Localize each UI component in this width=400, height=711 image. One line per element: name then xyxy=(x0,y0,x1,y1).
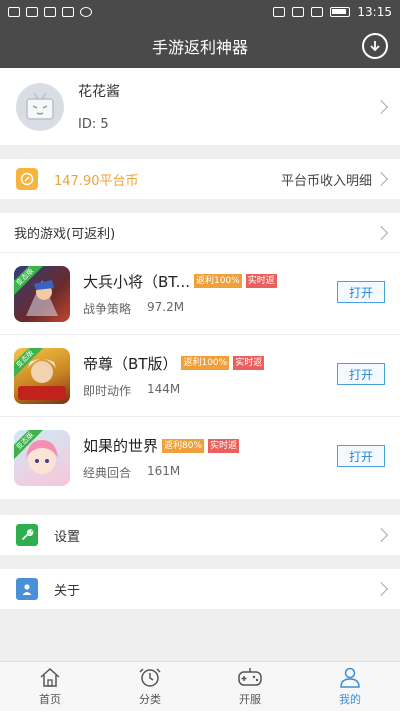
game-title: 如果的世界 xyxy=(83,437,159,455)
open-game-button[interactable]: 打开 xyxy=(337,363,385,385)
game-size: 97.2M xyxy=(147,299,185,314)
realtime-tag: 实时返 xyxy=(245,274,277,288)
nav-home[interactable]: 首页 xyxy=(0,662,100,711)
my-games-header[interactable]: 我的游戏(可返利) xyxy=(0,213,400,253)
game-row[interactable]: 变态版 大兵小将（BT... 返利100% 实时返 战争策略 97.2M 打开 xyxy=(0,253,400,335)
game-size: 161M xyxy=(147,464,181,478)
nav-mine[interactable]: 我的 xyxy=(300,662,400,711)
nav-label: 分类 xyxy=(139,693,161,706)
coin-icon xyxy=(16,168,38,190)
image-icon xyxy=(26,7,38,17)
game-info: 帝尊（BT版） 返利100% 实时返 即时动作 144M xyxy=(83,353,265,399)
app-header: 手游返利神器 xyxy=(0,24,400,68)
open-game-button[interactable]: 打开 xyxy=(337,281,385,303)
game-title: 大兵小将（BT... xyxy=(83,272,190,291)
signal-icon xyxy=(311,7,324,17)
game-size: 144M xyxy=(147,381,181,396)
wrench-icon xyxy=(16,524,38,546)
game-icon: 变态版 xyxy=(14,347,70,404)
rebate-tag: 返利100% xyxy=(181,356,230,370)
gamepad-icon xyxy=(238,668,262,686)
app-icon xyxy=(44,7,56,17)
status-right-icons: 13:15 xyxy=(273,5,392,19)
coin-balance-row[interactable]: 147.90平台币 平台币收入明细 xyxy=(0,159,400,199)
nav-label: 开服 xyxy=(239,693,261,706)
user-icon xyxy=(340,667,360,688)
avatar xyxy=(16,82,64,131)
profile-id: ID: 5 xyxy=(78,117,109,132)
my-games-card: 我的游戏(可返利) 变态版 大兵小将（BT... 返利100% 实时返 战争策略… xyxy=(0,213,400,499)
chevron-right-icon xyxy=(373,225,389,240)
game-genre: 即时动作 xyxy=(83,383,132,398)
settings-label: 设置 xyxy=(54,529,81,545)
game-meta: 即时动作 144M xyxy=(83,382,264,399)
coin-income-detail-link[interactable]: 平台币收入明细 xyxy=(281,170,372,189)
game-icon: 变态版 xyxy=(14,265,70,322)
nav-label: 我的 xyxy=(339,693,361,706)
game-row[interactable]: 变态版 帝尊（BT版） 返利100% 实时返 即时动作 144M 打开 xyxy=(0,335,400,417)
game-info: 大兵小将（BT... 返利100% 实时返 战争策略 97.2M xyxy=(83,271,277,317)
home-icon xyxy=(40,667,60,687)
nav-server[interactable]: 开服 xyxy=(200,662,300,711)
battery-icon xyxy=(330,7,351,17)
clock-icon xyxy=(139,668,161,687)
chevron-right-icon xyxy=(373,171,389,187)
profile-card[interactable]: 花花酱 ID: 5 xyxy=(0,68,400,145)
nav-label: 首页 xyxy=(39,693,61,706)
about-row[interactable]: 关于 xyxy=(0,569,400,609)
realtime-tag: 实时返 xyxy=(233,356,265,370)
notification-icon xyxy=(80,7,92,17)
open-game-button[interactable]: 打开 xyxy=(337,445,385,467)
section-title: 我的游戏(可返利) xyxy=(14,227,116,242)
game-row[interactable]: 变态版 如果的世界 返利80% 实时返 经典回合 161M 打开 xyxy=(0,417,400,499)
status-left-icons xyxy=(8,7,92,17)
profile-info: 花花酱 ID: 5 xyxy=(78,81,120,132)
chevron-right-icon xyxy=(373,581,389,597)
chevron-right-icon xyxy=(373,527,389,543)
download-icon xyxy=(370,41,380,52)
game-info: 如果的世界 返利80% 实时返 经典回合 161M xyxy=(83,435,240,481)
nav-category[interactable]: 分类 xyxy=(100,662,200,711)
page-title: 手游返利神器 xyxy=(151,38,248,57)
game-title: 帝尊（BT版） xyxy=(83,354,178,373)
game-meta: 战争策略 97.2M xyxy=(83,300,277,317)
realtime-tag: 实时返 xyxy=(208,438,240,453)
game-meta: 经典回合 161M xyxy=(83,464,239,481)
bottom-nav: 首页 分类 开服 我的 xyxy=(0,661,400,711)
rebate-tag: 返利100% xyxy=(193,274,242,288)
person-icon xyxy=(16,578,38,600)
wifi-icon xyxy=(292,7,305,17)
game-genre: 战争策略 xyxy=(83,301,132,316)
weibo-icon xyxy=(8,7,20,17)
mute-icon xyxy=(273,7,286,17)
game-genre: 经典回合 xyxy=(83,466,132,480)
rebate-tag: 返利80% xyxy=(162,438,205,453)
game-title-line: 如果的世界 返利80% 实时返 xyxy=(83,435,240,456)
coin-amount: 147.90平台币 xyxy=(54,173,139,189)
status-time: 13:15 xyxy=(357,5,392,19)
game-title-line: 帝尊（BT版） 返利100% 实时返 xyxy=(83,353,265,374)
game-icon: 变态版 xyxy=(14,430,70,486)
status-bar: 13:15 xyxy=(0,0,400,24)
download-button[interactable] xyxy=(362,33,388,59)
tv-mascot-icon xyxy=(26,92,54,120)
about-label: 关于 xyxy=(54,583,81,599)
profile-name: 花花酱 xyxy=(78,84,120,100)
game-title-line: 大兵小将（BT... 返利100% 实时返 xyxy=(83,271,277,292)
chevron-right-icon xyxy=(373,99,389,114)
settings-row[interactable]: 设置 xyxy=(0,515,400,555)
usb-icon xyxy=(62,7,74,17)
